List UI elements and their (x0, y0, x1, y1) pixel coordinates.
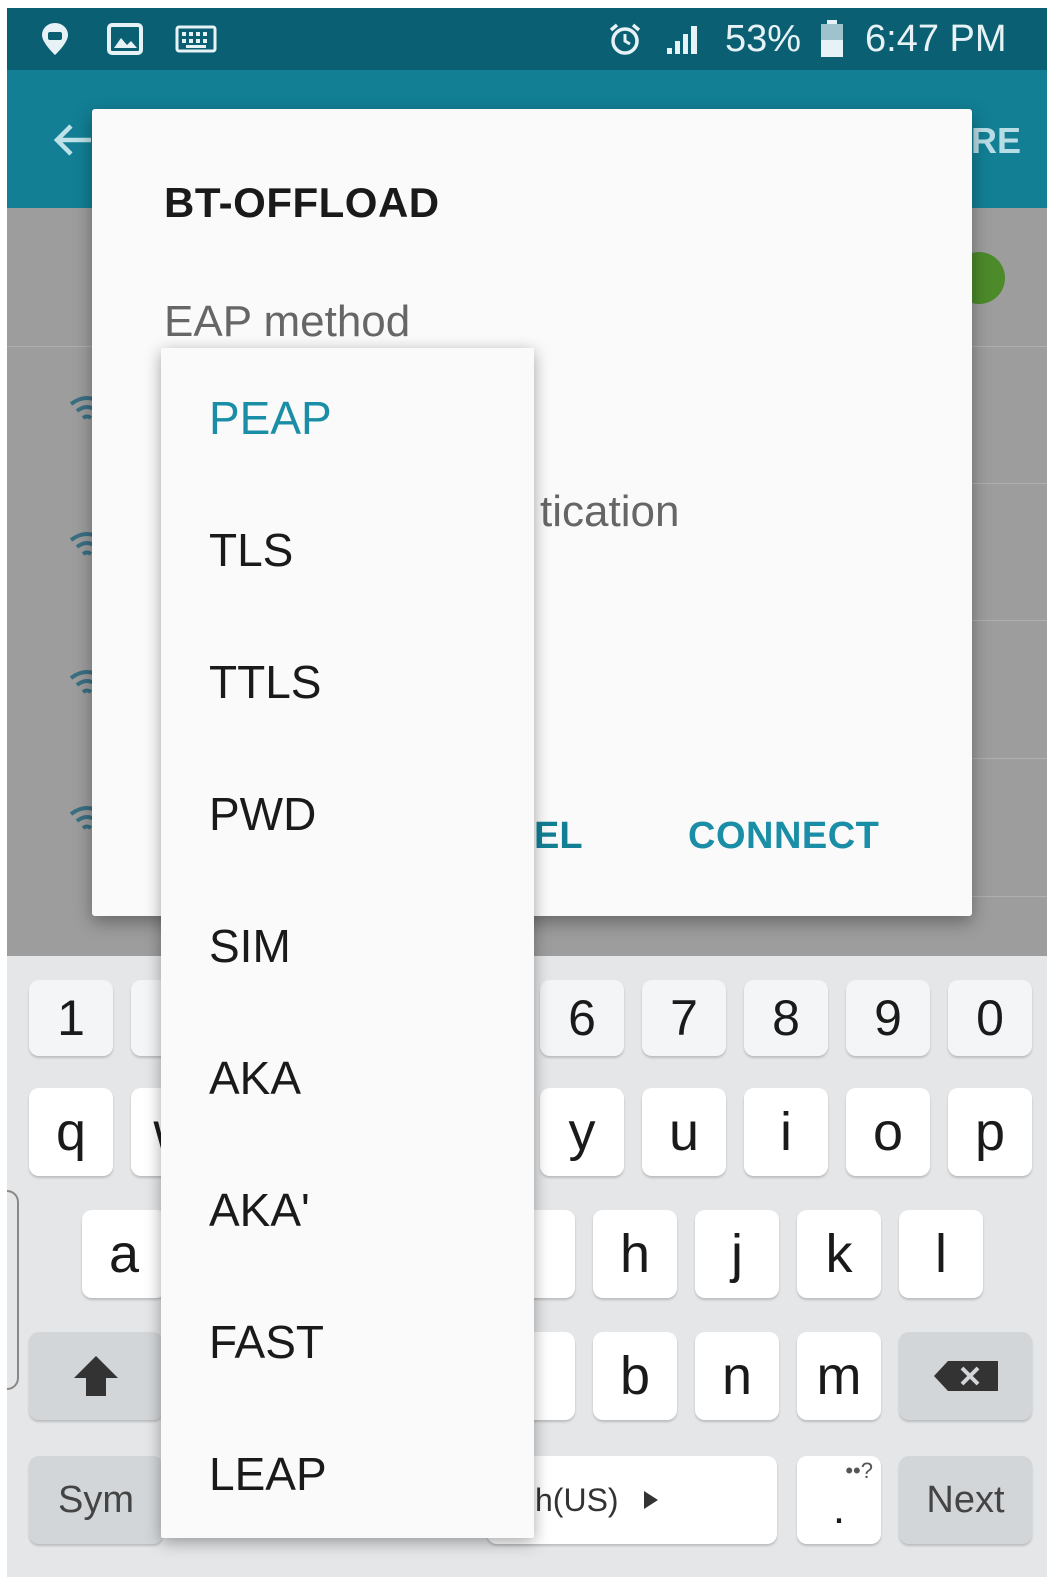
eap-option-pwd[interactable]: PWD (209, 787, 316, 841)
keyboard-icon (175, 8, 217, 70)
more-button[interactable]: RE (971, 120, 1021, 162)
clock: 6:47 PM (865, 17, 1007, 60)
key-l[interactable]: l (899, 1210, 983, 1298)
key-j[interactable]: j (695, 1210, 779, 1298)
eap-method-dropdown: PEAP TLS TTLS PWD SIM AKA AKA' FAST LEAP (161, 348, 534, 1538)
location-icon (39, 8, 71, 70)
period-key[interactable]: ••? . (797, 1456, 881, 1544)
image-icon (107, 8, 143, 70)
shift-arrow-icon (74, 1356, 118, 1396)
key-p[interactable]: p (948, 1088, 1032, 1176)
alarm-icon (607, 8, 643, 70)
key-h[interactable]: h (593, 1210, 677, 1298)
status-bar: 53% 6:47 PM (7, 8, 1047, 70)
key-k[interactable]: k (797, 1210, 881, 1298)
key-7[interactable]: 7 (642, 980, 726, 1056)
phase2-auth-label: tication (540, 487, 680, 536)
keyboard-drag-handle[interactable] (7, 1190, 19, 1390)
cancel-button[interactable]: EL (534, 815, 583, 858)
shift-key[interactable] (29, 1332, 163, 1420)
key-a[interactable]: a (82, 1210, 166, 1298)
key-m[interactable]: m (797, 1332, 881, 1420)
battery-icon (819, 8, 845, 70)
key-o[interactable]: o (846, 1088, 930, 1176)
next-key[interactable]: Next (899, 1456, 1032, 1544)
key-0[interactable]: 0 (948, 980, 1032, 1056)
key-8[interactable]: 8 (744, 980, 828, 1056)
triangle-right-icon (643, 1491, 658, 1509)
eap-option-fast[interactable]: FAST (209, 1315, 324, 1369)
key-i[interactable]: i (744, 1088, 828, 1176)
eap-option-tls[interactable]: TLS (209, 523, 293, 577)
eap-option-sim[interactable]: SIM (209, 919, 291, 973)
dialog-title: BT-OFFLOAD (164, 179, 440, 226)
eap-option-peap[interactable]: PEAP (209, 391, 332, 445)
key-6[interactable]: 6 (540, 980, 624, 1056)
eap-option-aka-prime[interactable]: AKA' (209, 1183, 310, 1237)
key-9[interactable]: 9 (846, 980, 930, 1056)
back-arrow-icon[interactable] (51, 118, 95, 162)
key-n[interactable]: n (695, 1332, 779, 1420)
eap-method-label: EAP method (164, 297, 411, 346)
screen: 53% 6:47 PM RE BT-OFFLOAD EAP method tic… (7, 8, 1047, 1577)
key-y[interactable]: y (540, 1088, 624, 1176)
eap-option-aka[interactable]: AKA (209, 1051, 301, 1105)
signal-icon (665, 8, 703, 70)
key-u[interactable]: u (642, 1088, 726, 1176)
backspace-key[interactable] (899, 1332, 1032, 1420)
key-q[interactable]: q (29, 1088, 113, 1176)
connect-button[interactable]: CONNECT (688, 815, 879, 858)
backspace-icon (933, 1361, 998, 1391)
key-1[interactable]: 1 (29, 980, 113, 1056)
eap-option-ttls[interactable]: TTLS (209, 655, 321, 709)
key-b[interactable]: b (593, 1332, 677, 1420)
battery-percent: 53% (725, 17, 802, 60)
sym-key[interactable]: Sym (29, 1456, 163, 1544)
eap-option-leap[interactable]: LEAP (209, 1447, 327, 1501)
